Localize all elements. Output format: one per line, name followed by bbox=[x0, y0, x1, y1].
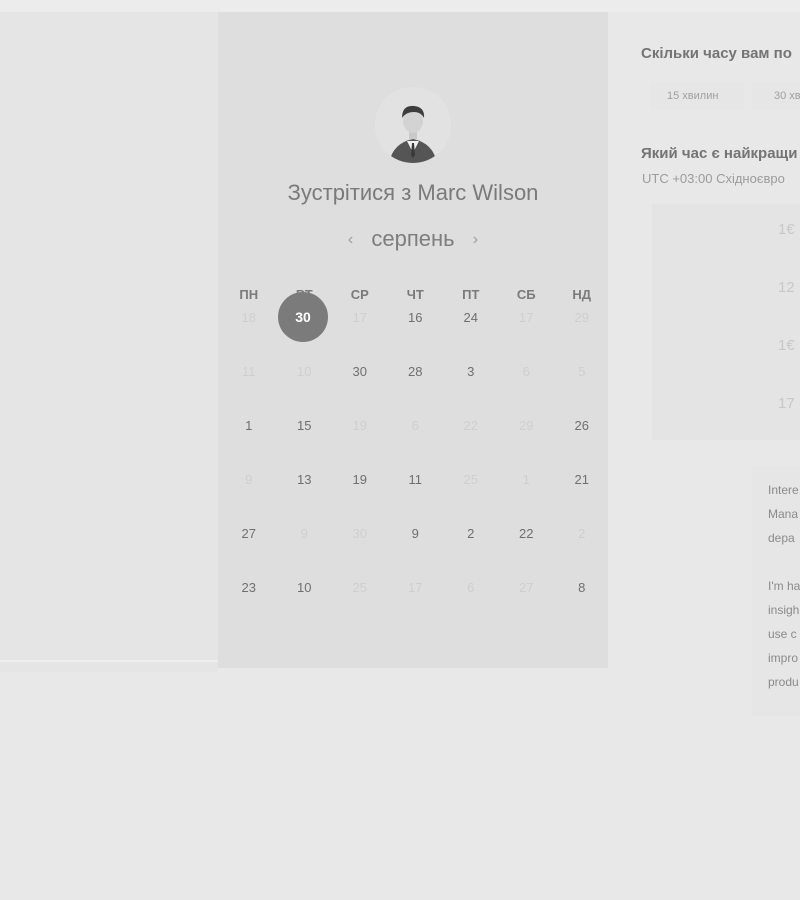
calendar-day[interactable]: 1 bbox=[221, 416, 277, 436]
calendar-day[interactable]: 27 bbox=[221, 524, 277, 544]
calendar-day: 25 bbox=[463, 472, 478, 487]
calendar-day[interactable]: 24 bbox=[443, 308, 499, 328]
calendar-day: 30 bbox=[352, 526, 367, 541]
calendar-day: 19 bbox=[352, 418, 367, 433]
calendar-day: 17 bbox=[519, 310, 534, 325]
calendar-day[interactable]: 11 bbox=[388, 470, 444, 490]
left-overlay-line bbox=[0, 660, 218, 662]
calendar-day[interactable]: 3 bbox=[443, 362, 499, 382]
calendar-day: 27 bbox=[519, 580, 534, 595]
weekday-header: ПНВТСРЧТПТСБНД bbox=[221, 287, 609, 302]
calendar-day: 17 bbox=[408, 580, 423, 595]
calendar-week-row: 27 9 30 9 2 22 2 bbox=[221, 524, 609, 544]
calendar-day: 6 bbox=[522, 364, 530, 379]
calendar-day: 2 bbox=[578, 526, 586, 541]
calendar-day: 1 bbox=[522, 472, 530, 487]
avatar bbox=[375, 87, 451, 163]
calendar-day[interactable]: 13 bbox=[277, 470, 333, 490]
calendar-day: 9 bbox=[245, 472, 253, 487]
calendar-day[interactable]: 15 bbox=[277, 416, 333, 436]
weekday-label: СР bbox=[350, 287, 369, 302]
calendar-day[interactable]: 26 bbox=[554, 416, 610, 436]
time-slot[interactable]: 1€ bbox=[778, 221, 795, 238]
calendar-week-row: 9 13 19 11 25 1 21 bbox=[221, 470, 609, 490]
weekday-label: НД bbox=[572, 287, 592, 302]
month-navigation: ‹ серпень › bbox=[218, 226, 608, 252]
calendar-day[interactable]: 10 bbox=[277, 578, 333, 598]
calendar-day[interactable]: 19 bbox=[332, 470, 388, 490]
calendar-panel: Зустрітися з Marc Wilson ‹ серпень › ПНВ… bbox=[218, 12, 608, 668]
duration-option-15[interactable]: 15 хвилин bbox=[650, 82, 744, 110]
chevron-right-icon[interactable]: › bbox=[461, 231, 490, 249]
calendar-day: 11 bbox=[242, 364, 256, 379]
meeting-title: Зустрітися з Marc Wilson bbox=[287, 180, 539, 205]
calendar-day: 10 bbox=[297, 364, 312, 379]
info-paragraph: Intere Mana depa bbox=[768, 483, 799, 545]
info-card: Intere Mana depa I'm ha insigh use c impro pro… bbox=[752, 466, 800, 716]
duration-question: Скільки часу вам по bbox=[641, 45, 792, 62]
calendar-day: 29 bbox=[519, 418, 534, 433]
timezone-selector[interactable]: UTC +03:00 Східноєвро bbox=[642, 171, 785, 186]
calendar-day[interactable]: 30 bbox=[332, 362, 388, 382]
left-overlay bbox=[0, 12, 218, 672]
weekday-label: ПН bbox=[239, 287, 259, 302]
calendar-day: 6 bbox=[411, 418, 419, 433]
time-slot[interactable]: 1€ bbox=[778, 337, 795, 354]
weekday-label: ЧТ bbox=[406, 287, 424, 302]
chevron-left-icon[interactable]: ‹ bbox=[336, 231, 365, 249]
calendar-day[interactable]: 8 bbox=[554, 578, 610, 598]
calendar-week-row: 23 10 25 17 6 27 8 bbox=[221, 578, 609, 598]
calendar-day[interactable]: 22 bbox=[499, 524, 555, 544]
time-slot-list: 1€ 12 1€ 17 bbox=[652, 204, 800, 440]
calendar-week-row: 11 10 30 28 3 6 5 bbox=[221, 362, 609, 382]
duration-option-30[interactable]: 30 хв bbox=[752, 82, 800, 110]
top-bar bbox=[0, 0, 800, 12]
calendar-day[interactable]: 23 bbox=[221, 578, 277, 598]
avatar-image bbox=[375, 87, 451, 163]
calendar-day: 29 bbox=[574, 310, 589, 325]
info-paragraph: I'm ha insigh use c impro produ bbox=[768, 579, 800, 689]
calendar-day: 18 bbox=[241, 310, 256, 325]
calendar-day: 9 bbox=[300, 526, 308, 541]
time-slot[interactable]: 17 bbox=[778, 395, 795, 412]
weekday-label: СБ bbox=[516, 287, 536, 302]
calendar-day[interactable]: 16 bbox=[388, 308, 444, 328]
calendar-day: 6 bbox=[467, 580, 475, 595]
calendar-day[interactable]: 2 bbox=[443, 524, 499, 544]
time-slot[interactable]: 12 bbox=[778, 279, 795, 296]
calendar-day: 25 bbox=[352, 580, 367, 595]
calendar-day[interactable]: 9 bbox=[388, 524, 444, 544]
calendar-day: 22 bbox=[463, 418, 478, 433]
calendar-day[interactable]: 21 bbox=[554, 470, 610, 490]
weekday-label: ПТ bbox=[462, 287, 480, 302]
selected-day[interactable]: 30 bbox=[278, 292, 328, 342]
calendar-day: 5 bbox=[578, 364, 586, 379]
calendar-day[interactable]: 28 bbox=[388, 362, 444, 382]
month-label: серпень bbox=[371, 226, 455, 251]
time-question: Який час є найкращи bbox=[641, 145, 798, 162]
calendar-week-row: 1 15 19 6 22 29 26 bbox=[221, 416, 609, 436]
calendar-day: 17 bbox=[352, 310, 367, 325]
